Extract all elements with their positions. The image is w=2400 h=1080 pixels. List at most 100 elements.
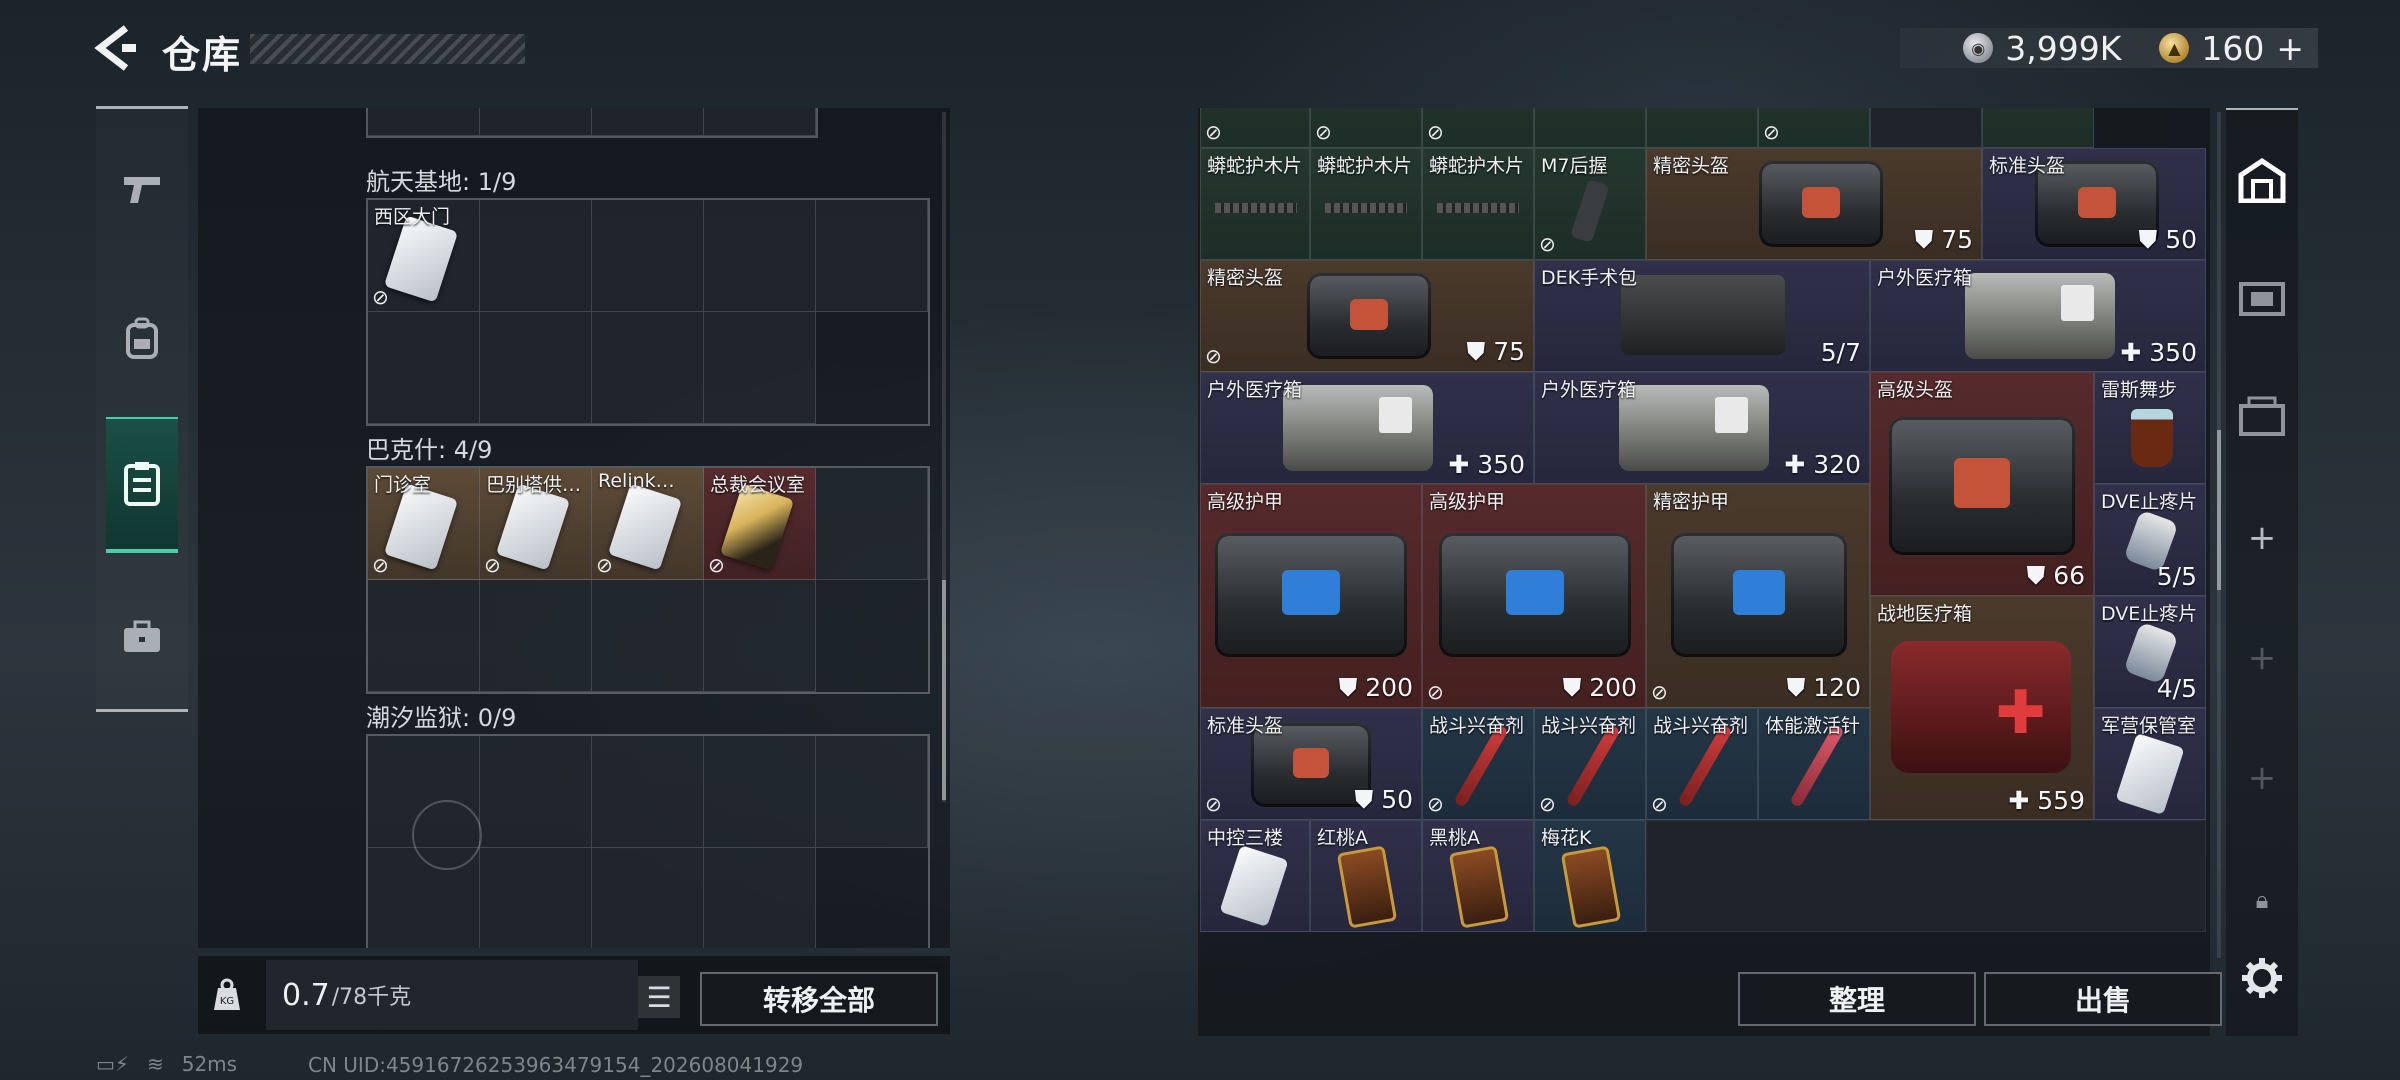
key-slot[interactable]: [704, 736, 816, 848]
inventory-item[interactable]: 标准头盔 ⛊ 50: [1982, 148, 2206, 260]
tab-backpack[interactable]: [106, 271, 178, 407]
inventory-item[interactable]: [1646, 108, 1758, 148]
sell-button[interactable]: 出售: [1984, 972, 2222, 1026]
inventory-item[interactable]: 体能激活针: [1758, 708, 1870, 820]
briefcase-icon: [124, 620, 160, 652]
inventory-item[interactable]: DVE止疼片 5/5: [2094, 484, 2206, 596]
tab-warehouse-main[interactable]: [2226, 130, 2298, 230]
key-slot[interactable]: [368, 108, 480, 136]
list-view-button[interactable]: ☰: [638, 976, 680, 1018]
weight-value: 0.7: [282, 977, 330, 1013]
key-slot[interactable]: [592, 200, 704, 312]
keycard-name: 门诊室: [374, 474, 432, 496]
inventory-item[interactable]: [1870, 108, 1982, 148]
item-name: 蟒蛇护木片: [1207, 155, 1303, 177]
right-storage-nav: + + + 🔒︎: [2226, 108, 2298, 1036]
sort-button[interactable]: 整理: [1738, 972, 1976, 1026]
inventory-item[interactable]: M7后握 ⊘: [1534, 148, 1646, 260]
key-slot[interactable]: [480, 108, 592, 136]
inventory-item[interactable]: ⊘: [1422, 108, 1534, 148]
left-scrollbar-thumb[interactable]: [942, 580, 946, 800]
inventory-item[interactable]: [1982, 108, 2094, 148]
key-slot[interactable]: [480, 848, 592, 948]
inventory-item[interactable]: ⊘: [1758, 108, 1870, 148]
no-lock-icon: ⊘: [1205, 120, 1222, 144]
key-slot-filled[interactable]: 巴别塔供… ⊘: [480, 468, 592, 580]
warehouse-icon: [2238, 157, 2286, 203]
tab-weapons[interactable]: [106, 121, 178, 257]
inventory-item[interactable]: 标准头盔 ⊘ ⛊ 50: [1200, 708, 1422, 820]
add-currency-button[interactable]: +: [2276, 29, 2304, 68]
inventory-item[interactable]: 精密护甲 ⊘ ⛊ 120: [1646, 484, 1870, 708]
svg-text:KG: KG: [220, 996, 234, 1007]
no-lock-icon: ⊘: [1315, 120, 1332, 144]
inventory-item[interactable]: 梅花K: [1534, 820, 1646, 932]
key-slot[interactable]: [816, 468, 928, 580]
inventory-item[interactable]: ⊘: [1310, 108, 1422, 148]
key-slot[interactable]: [592, 848, 704, 948]
inventory-item[interactable]: 战斗兴奋剂 ⊘: [1422, 708, 1534, 820]
item-name: M7后握: [1541, 155, 1608, 177]
key-slot[interactable]: [592, 736, 704, 848]
inventory-item[interactable]: 雷斯舞步: [2094, 372, 2206, 484]
inventory-item[interactable]: 蟒蛇护木片: [1200, 148, 1310, 260]
inventory-item[interactable]: 蟒蛇护木片: [1310, 148, 1422, 260]
inventory-panel: ⊘ ⊘ ⊘ ⊘ 蟒蛇护木片 蟒蛇护木片 蟒蛇护木片 M7后握 ⊘ 精密头盔 ⛊ …: [1198, 108, 2210, 1036]
inventory-item[interactable]: 中控三楼: [1200, 820, 1310, 932]
inventory-item[interactable]: 户外医疗箱 ✚ 350: [1870, 260, 2206, 372]
inventory-item[interactable]: 高级护甲 ⊘ ⛊ 200: [1422, 484, 1646, 708]
inventory-item[interactable]: 蟒蛇护木片: [1422, 148, 1534, 260]
key-slot-filled[interactable]: 西区大门 ⊘: [368, 200, 480, 312]
inventory-item[interactable]: [1534, 108, 1646, 148]
key-slot-filled[interactable]: 门诊室 ⊘: [368, 468, 480, 580]
tab-warehouse-2[interactable]: [2226, 248, 2298, 348]
key-slot[interactable]: [592, 312, 704, 424]
inventory-item[interactable]: DVE止疼片 4/5: [2094, 596, 2206, 708]
inventory-item[interactable]: 户外医疗箱 ✚ 350: [1200, 372, 1534, 484]
back-button[interactable]: [92, 22, 140, 74]
inventory-item[interactable]: 战地医疗箱 ✚ ✚ 559: [1870, 596, 2094, 820]
tab-keycards[interactable]: [106, 417, 178, 553]
inventory-item[interactable]: 高级护甲 ⛊ 200: [1200, 484, 1422, 708]
key-slot-filled[interactable]: 总裁会议室 ⊘: [704, 468, 816, 580]
key-slot[interactable]: [816, 736, 928, 848]
key-slot[interactable]: [368, 580, 480, 692]
key-slot[interactable]: [592, 108, 704, 136]
tab-case[interactable]: [106, 569, 178, 705]
key-slot[interactable]: [480, 312, 592, 424]
inventory-item[interactable]: 战斗兴奋剂 ⊘: [1534, 708, 1646, 820]
add-storage-button[interactable]: +: [2226, 488, 2298, 588]
key-slot[interactable]: [704, 200, 816, 312]
settings-button[interactable]: [2226, 928, 2298, 1028]
key-slot[interactable]: [368, 312, 480, 424]
key-slot[interactable]: [480, 200, 592, 312]
inventory-item[interactable]: 精密头盔 ⊘ ⛊ 75: [1200, 260, 1534, 372]
inventory-item[interactable]: 黑桃A: [1422, 820, 1534, 932]
right-scrollbar-thumb[interactable]: [2217, 430, 2221, 590]
inventory-item[interactable]: ⊘: [1200, 108, 1310, 148]
key-slot-filled[interactable]: Relink… ⊘: [592, 468, 704, 580]
key-slot[interactable]: [704, 580, 816, 692]
key-slot[interactable]: [592, 580, 704, 692]
silver-currency-value: 3,999K: [2005, 28, 2122, 68]
item-image: [1889, 417, 2075, 555]
tab-warehouse-3[interactable]: [2226, 366, 2298, 466]
key-slot[interactable]: [480, 580, 592, 692]
inventory-item[interactable]: 红桃A: [1310, 820, 1422, 932]
inventory-item[interactable]: 高级头盔 ⛊ 66: [1870, 372, 2094, 596]
key-slot[interactable]: [704, 108, 816, 136]
section-label-tidal-prison: 潮汐监狱: 0/9: [366, 704, 517, 732]
empty-inventory-area[interactable]: [1646, 820, 2206, 932]
key-slot[interactable]: [704, 848, 816, 948]
item-image: [1759, 161, 1883, 247]
inventory-item[interactable]: DEK手术包 5/7: [1534, 260, 1870, 372]
key-slot[interactable]: [816, 200, 928, 312]
key-slot[interactable]: [704, 312, 816, 424]
key-slot[interactable]: [480, 736, 592, 848]
inventory-item[interactable]: 军营保管室: [2094, 708, 2206, 820]
inventory-item[interactable]: 战斗兴奋剂 ⊘: [1646, 708, 1758, 820]
transfer-all-button[interactable]: 转移全部: [700, 972, 938, 1026]
battery-icon: ▭⚡: [96, 1052, 129, 1076]
inventory-item[interactable]: 户外医疗箱 ✚ 320: [1534, 372, 1870, 484]
inventory-item[interactable]: 精密头盔 ⛊ 75: [1646, 148, 1982, 260]
